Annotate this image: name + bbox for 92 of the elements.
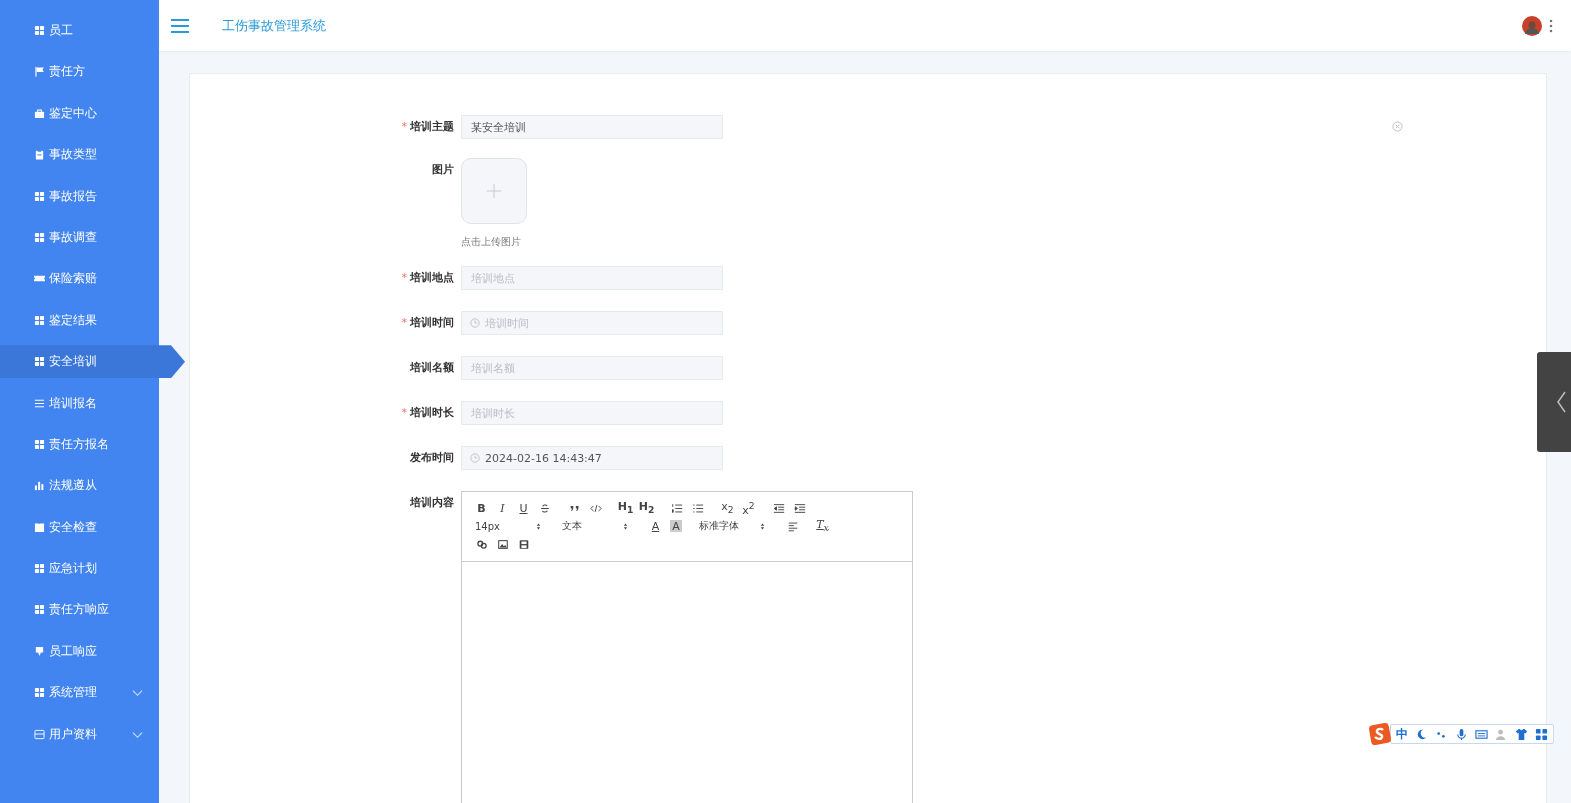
sidebar-item[interactable]: 鉴定中心: [0, 96, 159, 130]
sidebar-item[interactable]: 应急计划: [0, 552, 159, 586]
field-label: 培训名额: [410, 360, 454, 376]
sliders-icon: [34, 397, 45, 409]
clock-icon: [470, 318, 480, 328]
required-mark: *: [401, 270, 407, 286]
menu-icon[interactable]: [171, 18, 189, 33]
field-label: 图片: [432, 162, 454, 178]
clipboard-icon: [34, 149, 45, 161]
toolbar-button[interactable]: U: [513, 500, 534, 516]
align-icon: [786, 520, 799, 532]
toolbar-button[interactable]: B: [471, 500, 492, 516]
chevron-down-icon: [132, 730, 143, 739]
code-icon: [589, 502, 602, 514]
outdent-icon: [772, 502, 785, 514]
shirt-icon[interactable]: [1515, 727, 1528, 741]
grid-icon: [34, 438, 45, 450]
grid-icon: [34, 687, 45, 699]
sidebar-item[interactable]: 事故调查: [0, 220, 159, 254]
sidebar-item[interactable]: 安全培训: [0, 345, 185, 379]
video-icon: [517, 538, 530, 550]
date-field[interactable]: 2024-02-16 14:43:47: [461, 446, 723, 470]
chart-icon: [34, 480, 45, 492]
moon-icon[interactable]: [1415, 727, 1428, 741]
field-label: 培训时间: [410, 315, 454, 331]
grid-icon: [34, 563, 45, 575]
grid-icon: [34, 314, 45, 326]
toolbar-button[interactable]: x$^{2}$: [738, 500, 759, 516]
card-icon: [34, 728, 45, 740]
toolbar-button[interactable]: x$_{2}$: [717, 500, 738, 516]
sidebar-item[interactable]: 法规遵从: [0, 469, 159, 503]
grid-icon: [34, 356, 45, 368]
toolbar-button[interactable]: T$_{x}$: [812, 518, 833, 534]
app-title: 工伤事故管理系统: [222, 16, 326, 35]
plus-icon: [485, 182, 503, 200]
toolbar-button[interactable]: I: [492, 500, 513, 516]
field-label: 培训时长: [410, 405, 454, 421]
field-label: 发布时间: [410, 450, 454, 466]
toolbar-button[interactable]: H$_{1}$: [615, 500, 636, 516]
chevron-left-icon: [1556, 390, 1566, 414]
toolbar-select[interactable]: 标准字体: [695, 518, 773, 534]
sidebar-item[interactable]: 系统管理: [0, 676, 159, 710]
field-label: 培训内容: [410, 495, 454, 511]
clock-icon: [470, 453, 480, 463]
sidebar-item[interactable]: 事故报告: [0, 179, 159, 213]
sidebar-item[interactable]: 安全检查: [0, 510, 159, 544]
input-field[interactable]: 某安全培训: [461, 115, 723, 139]
sidebar-item[interactable]: 责任方: [0, 55, 159, 89]
toolbar-button[interactable]: A: [645, 518, 666, 534]
microphone-icon[interactable]: [1455, 727, 1468, 741]
field-label: 培训主题: [410, 119, 454, 135]
chevron-down-icon: [132, 689, 143, 698]
required-mark: *: [401, 405, 407, 421]
sidebar-item[interactable]: 责任方响应: [0, 593, 159, 627]
ulist-icon: [691, 502, 704, 514]
sidebar-item[interactable]: 保险索赔: [0, 262, 159, 296]
indent-icon: [793, 502, 806, 514]
updown-icon: [623, 521, 628, 531]
book-icon: [34, 521, 45, 533]
upload-hint: 点击上传图片: [461, 235, 522, 249]
sidebar-item[interactable]: 事故类型: [0, 138, 159, 172]
sidebar-item[interactable]: 鉴定结果: [0, 303, 159, 337]
toolbar-select[interactable]: 14px: [471, 518, 549, 534]
avatar[interactable]: [1522, 15, 1542, 36]
toolbar-button[interactable]: A: [670, 520, 682, 532]
grid-icon[interactable]: [1535, 727, 1548, 741]
link-icon: [475, 538, 488, 550]
grid-icon: [34, 25, 45, 36]
grid-icon: [34, 231, 45, 243]
more-icon[interactable]: [1549, 18, 1553, 33]
field-label: 培训地点: [410, 270, 454, 286]
sidebar-item[interactable]: 培训报名: [0, 386, 159, 420]
image-icon: [496, 538, 509, 550]
strike-icon: [538, 502, 551, 514]
sidebar-item[interactable]: 员工: [0, 14, 159, 47]
olist-icon: [670, 502, 683, 514]
ime-mode-toggle[interactable]: 中: [1396, 725, 1408, 743]
toolbar-button[interactable]: H$_{2}$: [636, 500, 657, 516]
required-mark: *: [401, 119, 407, 135]
required-mark: *: [401, 315, 407, 331]
flag-icon: [34, 66, 45, 78]
toolbar-select[interactable]: 文本: [558, 518, 636, 534]
grid-icon: [34, 190, 45, 202]
grid-icon: [34, 604, 45, 616]
updown-icon: [760, 521, 765, 531]
sidebar-item[interactable]: 员工响应: [0, 634, 159, 668]
bag-icon: [34, 107, 45, 119]
sidebar-item[interactable]: 用户资料: [0, 717, 159, 751]
updown-icon: [536, 521, 541, 531]
pin-icon: [34, 645, 45, 657]
sidebar-item[interactable]: 责任方报名: [0, 427, 159, 461]
keyboard-icon[interactable]: [1475, 727, 1488, 741]
